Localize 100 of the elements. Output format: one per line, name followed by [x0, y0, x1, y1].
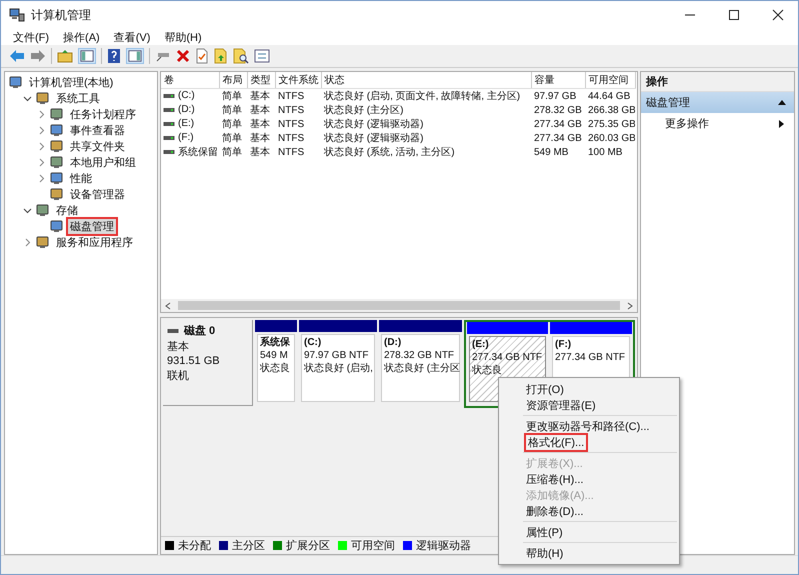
table-cell-text: 100 MB: [587, 146, 624, 159]
column-header[interactable]: 布局: [219, 72, 247, 88]
context-menu-item[interactable]: 属性(P): [526, 524, 563, 540]
legend-label: 扩展分区: [286, 538, 330, 553]
column-header[interactable]: 卷: [161, 72, 219, 88]
table-cell: (E:): [161, 117, 219, 131]
volume-icon: [163, 134, 175, 141]
expand-chevron-icon[interactable]: [37, 174, 46, 182]
folder-up-icon[interactable]: [57, 49, 73, 63]
context-menu-item[interactable]: 压缩卷(H)...: [526, 472, 584, 486]
maximize-icon[interactable]: [728, 9, 740, 21]
context-menu-item[interactable]: 删除卷(D)...: [526, 504, 584, 518]
table-cell-text: 基本: [249, 146, 271, 159]
tree-item[interactable]: 设备管理器: [68, 186, 127, 202]
table-cell-text: 状态良好 (逻辑驱动器): [323, 118, 424, 131]
volume-icon: [163, 149, 175, 155]
tree-item[interactable]: 性能: [68, 170, 94, 186]
table-cell: 系统保留: [161, 145, 219, 159]
collapse-chevron-icon[interactable]: [23, 206, 32, 214]
collapse-triangle-icon[interactable]: [778, 100, 786, 105]
table-cell-text: 状态良好 (主分区): [323, 104, 404, 117]
table-cell-text: 基本: [249, 132, 271, 145]
tree-item[interactable]: 事件查看器: [68, 122, 127, 138]
legend-label: 主分区: [232, 538, 265, 553]
volume-icon: [163, 106, 175, 113]
back-arrow-icon[interactable]: [9, 49, 25, 63]
folder-search-icon[interactable]: [233, 48, 249, 64]
forward-arrow-icon[interactable]: [30, 49, 46, 63]
context-menu-item[interactable]: 更改驱动器号和路径(C)...: [526, 418, 650, 434]
context-menu-item[interactable]: 帮助(H): [526, 546, 564, 560]
table-cell-text: NTFS: [277, 146, 306, 159]
tree-item[interactable]: 本地用户和组: [68, 154, 138, 170]
tree-item[interactable]: 磁盘管理: [68, 218, 116, 234]
disk-status: 联机: [167, 369, 190, 383]
submenu-arrow-icon[interactable]: [779, 120, 784, 128]
table-cell: (C:): [161, 88, 219, 103]
tree-item[interactable]: 计算机管理(本地): [27, 74, 116, 90]
partition-text: 278.32 GB NTF: [384, 350, 456, 362]
panel-icon[interactable]: [78, 48, 96, 64]
partition-bar: [255, 320, 297, 332]
partition-text: (F:): [555, 339, 572, 351]
partition-text: (C:): [304, 337, 322, 349]
menu-item[interactable]: 查看(V): [108, 30, 156, 44]
check-document-icon[interactable]: [195, 48, 209, 64]
table-cell-text: NTFS: [277, 118, 306, 131]
partition-text: 277.34 GB NTF: [472, 352, 543, 364]
table-cell: 基本: [247, 88, 275, 103]
column-header[interactable]: 类型: [247, 72, 275, 88]
menu-item[interactable]: 帮助(H): [158, 30, 208, 44]
partition-block[interactable]: (C:) 97.97 GB NTF 状态良好 (启动,: [301, 334, 375, 402]
tree-item[interactable]: 系统工具: [54, 90, 102, 106]
partition-text: 状态良好 (启动,: [304, 363, 372, 375]
partition-text: (D:): [384, 337, 402, 349]
column-header[interactable]: 容量: [531, 72, 585, 88]
disk-size: 931.51 GB: [167, 355, 221, 367]
help-icon[interactable]: [107, 48, 121, 64]
table-cell: NTFS: [275, 88, 321, 103]
table-cell-text: 基本: [249, 104, 271, 117]
panel-icon[interactable]: [126, 48, 144, 64]
collapse-chevron-icon[interactable]: [23, 94, 32, 102]
table-cell: 44.64 GB: [585, 88, 635, 103]
table-cell-text: 基本: [249, 118, 271, 131]
table-cell: (D:): [161, 103, 219, 117]
table-cell-text: 260.03 GB: [587, 132, 635, 145]
table-cell-text: 277.34 GB: [533, 118, 583, 131]
folder-up-icon[interactable]: [214, 48, 228, 64]
tree-item[interactable]: 存储: [54, 202, 80, 218]
tree-item[interactable]: 任务计划程序: [68, 106, 138, 122]
menu-item[interactable]: 文件(F): [7, 30, 56, 44]
partition-block[interactable]: 系统保 549 M 状态良: [257, 334, 295, 402]
expand-chevron-icon[interactable]: [37, 110, 46, 118]
expand-chevron-icon[interactable]: [37, 142, 46, 150]
expand-chevron-icon[interactable]: [37, 158, 46, 166]
actions-section[interactable]: 磁盘管理: [641, 92, 794, 113]
expand-chevron-icon[interactable]: [37, 126, 46, 134]
scroll-left-icon[interactable]: [164, 302, 172, 310]
column-header[interactable]: 文件系统: [275, 72, 321, 88]
disk-info-panel[interactable]: 磁盘 0 基本 931.51 GB 联机: [163, 320, 253, 406]
section-title: 磁盘管理: [646, 96, 690, 110]
table-cell-text: 278.32 GB: [533, 104, 583, 117]
column-header[interactable]: 状态: [321, 72, 531, 88]
table-cell-text: NTFS: [277, 104, 306, 117]
menu-item[interactable]: 操作(A): [57, 30, 106, 44]
table-cell-text: 277.34 GB: [533, 132, 583, 145]
close-icon[interactable]: [772, 9, 784, 21]
computer-management-icon: [9, 8, 25, 22]
scroll-right-icon[interactable]: [626, 302, 634, 310]
tree-item[interactable]: 服务和应用程序: [54, 234, 135, 250]
context-menu-item[interactable]: 格式化(F)...: [526, 434, 586, 450]
delete-icon[interactable]: [176, 49, 190, 63]
tree-item[interactable]: 共享文件夹: [68, 138, 127, 154]
horizontal-scrollbar[interactable]: [161, 299, 637, 312]
column-header[interactable]: 可用空间: [585, 72, 635, 88]
table-cell: 状态良好 (启动, 页面文件, 故障转储, 主分区): [321, 88, 531, 103]
partition-text: 状态良: [472, 365, 503, 377]
table-cell-text: 简单: [221, 118, 243, 131]
partition-block[interactable]: (D:) 278.32 GB NTF 状态良好 (主分区: [381, 334, 460, 402]
action-link[interactable]: 更多操作: [665, 116, 709, 131]
expand-chevron-icon[interactable]: [23, 238, 32, 246]
list-icon[interactable]: [254, 49, 270, 63]
